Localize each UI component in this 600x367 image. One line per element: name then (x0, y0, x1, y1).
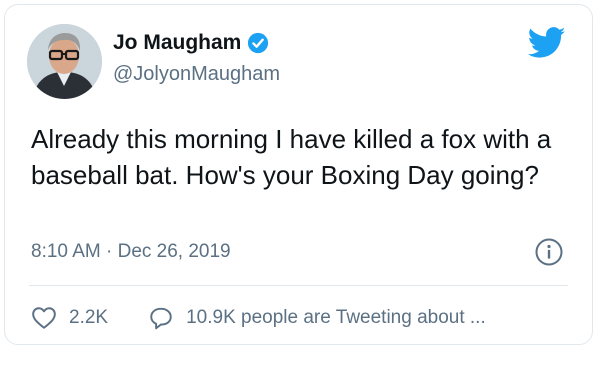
author-name-row[interactable]: Jo Maugham (113, 31, 269, 55)
avatar-image (27, 24, 102, 99)
speech-bubble-icon (150, 307, 172, 330)
tweet-card[interactable]: Jo Maugham @JolyonMaugham Already this m… (4, 4, 593, 345)
tweet-text: Already this morning I have killed a fox… (31, 124, 552, 190)
conversation-text: 10.9K people are Tweeting about ... (186, 307, 486, 328)
tweet-actions: 2.2K 10.9K people are Tweeting about ... (31, 305, 486, 331)
like-button[interactable]: 2.2K (31, 305, 108, 331)
tweet-timestamp[interactable]: 8:10 AM · Dec 26, 2019 (31, 241, 231, 263)
info-icon[interactable] (534, 237, 564, 267)
twitter-bird-icon[interactable] (528, 27, 566, 59)
verified-badge-icon (248, 32, 269, 54)
like-count: 2.2K (69, 307, 109, 328)
divider (29, 285, 568, 286)
heart-icon (32, 307, 56, 329)
author-name[interactable]: Jo Maugham (113, 31, 241, 55)
avatar[interactable] (27, 24, 102, 99)
author-handle[interactable]: @JolyonMaugham (113, 63, 280, 86)
conversation-link[interactable]: 10.9K people are Tweeting about ... (148, 305, 486, 331)
